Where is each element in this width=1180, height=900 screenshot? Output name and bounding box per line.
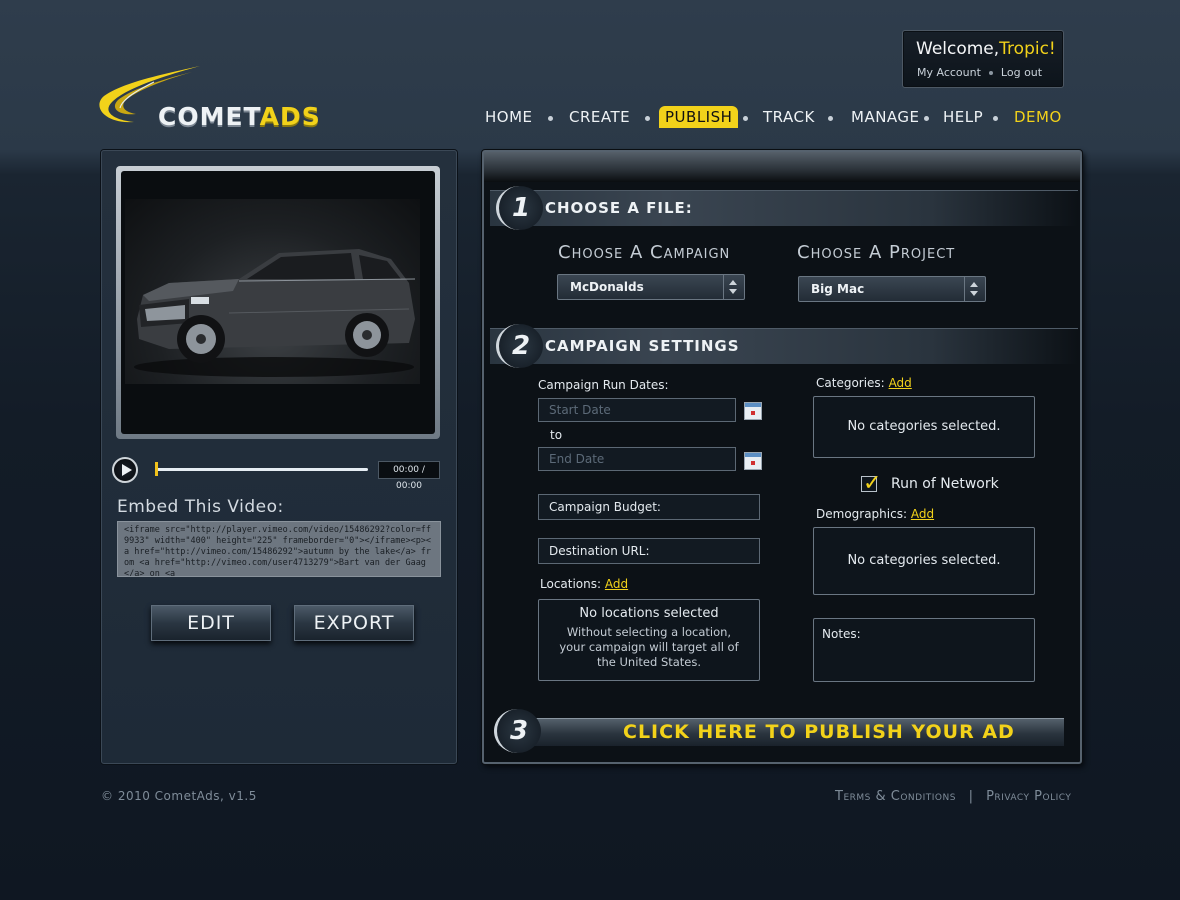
step1-header: 1 CHOOSE A FILE: (490, 186, 1078, 230)
nav-separator-dot (993, 116, 998, 121)
end-date-input[interactable] (538, 447, 736, 471)
step3-number: 3 (494, 709, 541, 753)
demographics-label-text: Demographics: (816, 507, 908, 521)
video-progress-track[interactable] (156, 468, 368, 471)
calendar-icon[interactable] (744, 402, 762, 420)
categories-empty-text: No categories selected. (847, 419, 1001, 434)
nav-separator-dot (828, 116, 833, 121)
privacy-link[interactable]: Privacy Policy (986, 789, 1071, 804)
video-time-readout: 00:00 / 00:00 (378, 461, 440, 491)
demographics-box: No categories selected. (813, 527, 1035, 595)
demographics-add-link[interactable]: Add (911, 507, 934, 521)
step1-title: CHOOSE A FILE: (545, 199, 693, 217)
demographics-label: Demographics: Add (816, 507, 934, 521)
locations-add-link[interactable]: Add (605, 577, 628, 591)
step2-header: 2 CAMPAIGN SETTINGS (490, 324, 1078, 368)
my-account-link[interactable]: My Account (917, 66, 981, 79)
nav-separator-dot (743, 116, 748, 121)
notes-label: Notes: (822, 627, 861, 641)
main-nav: HOME CREATE PUBLISH TRACK MANAGE HELP DE… (485, 106, 1085, 130)
locations-box: No locations selected Without selecting … (538, 599, 760, 681)
demographics-empty-text: No categories selected. (847, 553, 1001, 568)
separator-dot (988, 71, 993, 75)
nav-separator-dot (548, 116, 553, 121)
locations-label-text: Locations: (540, 577, 602, 591)
project-select[interactable]: Big Mac (798, 276, 986, 302)
account-box: Welcome,Tropic! My Account Log out (902, 30, 1064, 88)
publish-ad-button[interactable]: 3 CLICK HERE TO PUBLISH YOUR AD (494, 709, 1064, 753)
nav-help[interactable]: HELP (943, 108, 983, 126)
brand-name: COMETADS (158, 102, 321, 131)
calendar-icon[interactable] (744, 452, 762, 470)
nav-demo[interactable]: DEMO (1014, 108, 1062, 126)
car-thumbnail (134, 249, 416, 377)
categories-box: No categories selected. (813, 396, 1035, 458)
nav-publish[interactable]: PUBLISH (659, 106, 739, 128)
video-panel: 00:00 / 00:00 Embed This Video: <iframe … (101, 150, 457, 764)
brand-name-part2: ADS (259, 102, 321, 131)
locations-empty-title: No locations selected (579, 606, 719, 621)
campaign-label: Choose A Campaign (558, 242, 731, 263)
campaign-budget-input[interactable]: Campaign Budget: (538, 494, 760, 520)
panel-top-bar (484, 152, 1080, 182)
project-select-value: Big Mac (811, 282, 865, 296)
embed-label: Embed This Video: (117, 497, 284, 517)
terms-link[interactable]: Terms & Conditions (835, 789, 956, 804)
edit-button[interactable]: EDIT (151, 605, 271, 641)
categories-add-link[interactable]: Add (889, 376, 912, 390)
brand-name-part1: COMET (158, 102, 260, 131)
run-dates-label: Campaign Run Dates: (538, 378, 669, 392)
cometads-logo[interactable]: COMETADS (94, 64, 354, 136)
nav-home[interactable]: HOME (485, 108, 533, 126)
embed-code-textarea[interactable]: <iframe src="http://player.vimeo.com/vid… (117, 521, 441, 577)
video-controls: 00:00 / 00:00 (112, 457, 442, 491)
locations-label: Locations: Add (540, 577, 628, 591)
logout-link[interactable]: Log out (1001, 66, 1042, 79)
account-links: My Account Log out (917, 66, 1042, 79)
welcome-text: Welcome,Tropic! (916, 39, 1056, 59)
run-of-network-label: Run of Network (891, 476, 999, 492)
play-icon[interactable] (112, 457, 138, 483)
checkmark-icon: ✓ (863, 471, 882, 496)
copyright: © 2010 CometAds, v1.5 (101, 789, 257, 803)
nav-track[interactable]: TRACK (763, 108, 815, 126)
publish-ad-label: CLICK HERE TO PUBLISH YOUR AD (623, 721, 1015, 743)
footer-links: Terms & Conditions | Privacy Policy (835, 789, 1071, 804)
run-of-network-checkbox[interactable]: ✓ (861, 471, 881, 496)
categories-label: Categories: Add (816, 376, 912, 390)
locations-empty-desc: Without selecting a location, your campa… (559, 625, 739, 669)
video-progress-handle[interactable] (155, 462, 158, 476)
welcome-greeting: Welcome, (916, 39, 1000, 59)
campaign-select[interactable]: McDonalds (557, 274, 745, 300)
categories-label-text: Categories: (816, 376, 885, 390)
destination-url-input[interactable]: Destination URL: (538, 538, 760, 564)
nav-separator-dot (645, 116, 650, 121)
publish-panel: 1 CHOOSE A FILE: Choose A Campaign McDon… (482, 150, 1082, 764)
video-frame (116, 166, 440, 439)
to-label: to (550, 428, 563, 442)
dropdown-arrow-icon (723, 275, 744, 299)
step2-number: 2 (496, 324, 543, 368)
dropdown-arrow-icon (964, 277, 985, 301)
start-date-input[interactable] (538, 398, 736, 422)
welcome-username: Tropic! (999, 39, 1056, 59)
export-button[interactable]: EXPORT (294, 605, 414, 641)
nav-manage[interactable]: MANAGE (851, 108, 920, 126)
project-label: Choose A Project (797, 242, 956, 263)
nav-separator-dot (924, 116, 929, 121)
notes-textarea[interactable]: Notes: (813, 618, 1035, 682)
nav-create[interactable]: CREATE (569, 108, 630, 126)
campaign-select-value: McDonalds (570, 280, 644, 294)
step1-number: 1 (496, 186, 543, 230)
footer-separator: | (968, 789, 974, 804)
video-screen[interactable] (125, 199, 420, 384)
step2-title: CAMPAIGN SETTINGS (545, 337, 740, 355)
